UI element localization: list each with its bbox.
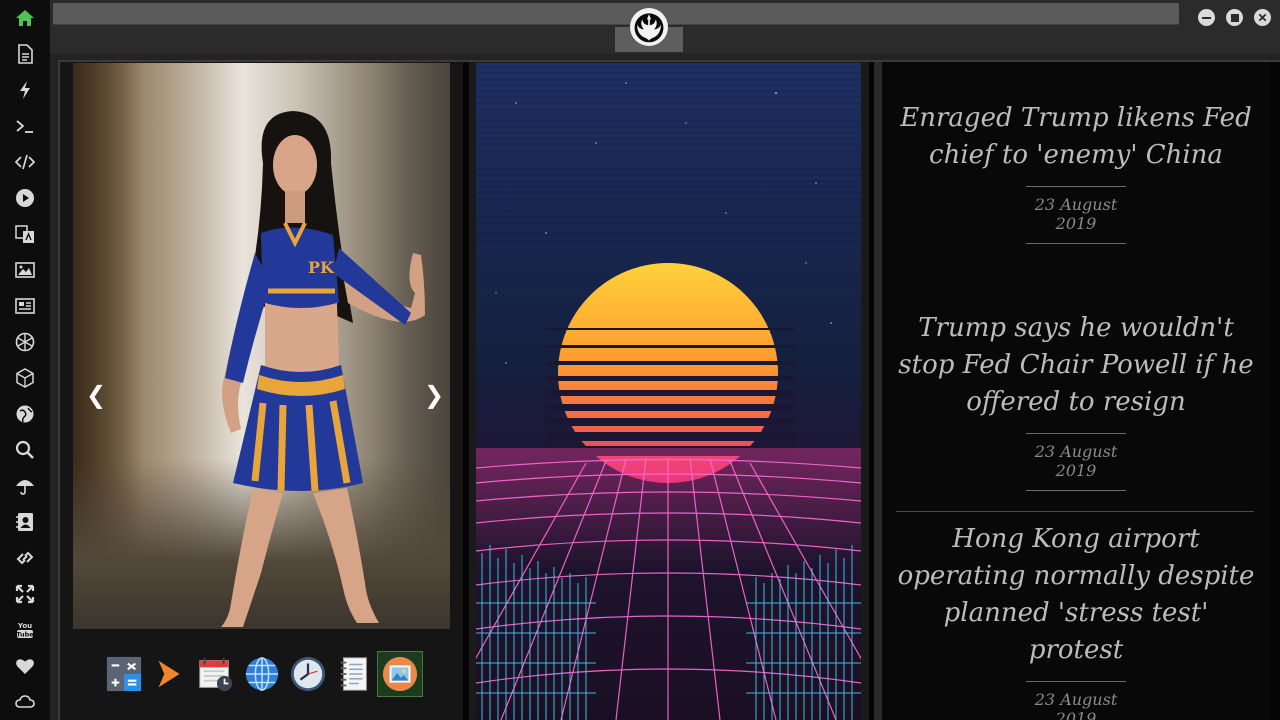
model-figure: PK [221,111,425,627]
lightning-icon[interactable] [13,78,37,102]
terminal-arrow-icon[interactable] [150,654,190,694]
app-sidebar: You Tube [0,0,50,720]
news-date-box: 23 August 2019 [1026,433,1126,491]
news-article[interactable]: Enraged Trump likens Fed chief to 'enemy… [896,100,1256,244]
heart-icon[interactable] [13,654,37,678]
umbrella-icon[interactable] [13,474,37,498]
browser-globe-icon[interactable] [242,654,282,694]
minimize-icon[interactable] [1198,9,1215,26]
aperture-icon[interactable] [13,330,37,354]
calendar-icon[interactable] [196,654,236,694]
news-article[interactable]: Trump says he wouldn't stop Fed Chair Po… [896,310,1256,491]
image-icon[interactable] [13,258,37,282]
slideshow-prev-button[interactable]: ❮ [86,380,106,410]
news-date: 23 August 2019 [1034,690,1118,720]
panel-divider [874,62,882,720]
news-feed: Enraged Trump likens Fed chief to 'enemy… [882,62,1270,720]
contacts-icon[interactable] [13,510,37,534]
document-icon[interactable] [13,42,37,66]
top-bar [50,0,1280,54]
news-date-box: 23 August 2019 [1026,186,1126,244]
news-headline[interactable]: Trump says he wouldn't stop Fed Chair Po… [896,310,1256,421]
home-icon[interactable] [13,6,37,30]
slideshow-image[interactable]: PK [73,63,450,629]
svg-text:Tube: Tube [16,631,34,639]
cloud-icon[interactable] [13,690,37,714]
news-headline[interactable]: Enraged Trump likens Fed chief to 'enemy… [896,100,1256,174]
translate-icon[interactable] [13,222,37,246]
rebel-alliance-logo-icon[interactable] [630,8,668,46]
maximize-icon[interactable] [1226,9,1243,26]
cube-icon[interactable] [13,366,37,390]
news-headline[interactable]: Hong Kong airport operating normally des… [896,521,1256,669]
search-icon[interactable] [13,438,37,462]
app-dock [102,650,428,698]
code-icon[interactable] [13,150,37,174]
clock-icon[interactable] [288,654,328,694]
calculator-icon[interactable] [104,654,144,694]
expand-icon[interactable] [13,582,37,606]
window-title-bar[interactable] [53,3,1179,25]
newspaper-icon[interactable] [13,294,37,318]
globe-icon[interactable] [13,402,37,426]
svg-text:You: You [17,622,32,630]
youtube-icon[interactable]: You Tube [13,618,37,642]
news-date: 23 August 2019 [1034,442,1118,480]
link-icon[interactable] [13,546,37,570]
photos-icon[interactable] [377,651,423,697]
news-separator [896,511,1254,512]
slideshow-next-button[interactable]: ❯ [424,380,444,410]
news-date-box: 23 August 2019 [1026,681,1126,720]
news-date: 23 August 2019 [1034,195,1118,233]
play-icon[interactable] [13,186,37,210]
terminal-icon[interactable] [13,114,37,138]
notes-icon[interactable] [334,654,374,694]
news-article[interactable]: Hong Kong airport operating normally des… [896,521,1256,720]
synthwave-wallpaper[interactable] [476,63,861,720]
svg-text:PK: PK [308,258,335,277]
close-icon[interactable] [1254,9,1271,26]
